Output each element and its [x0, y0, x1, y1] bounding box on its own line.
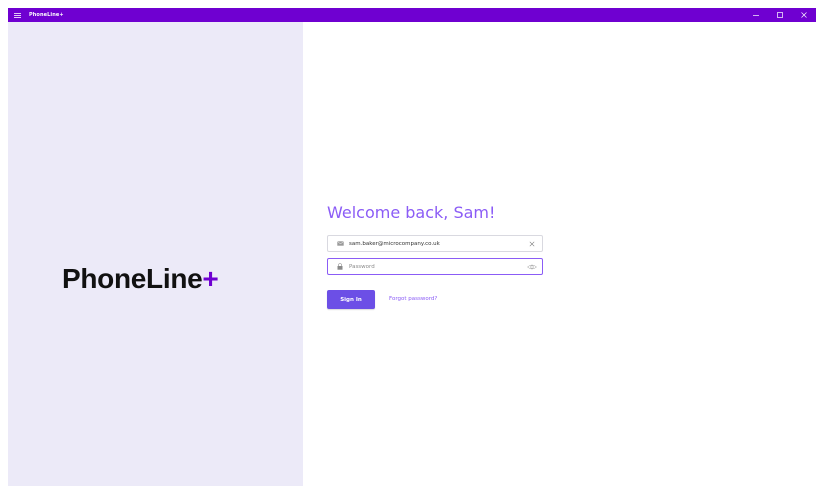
minimize-icon[interactable]	[744, 8, 768, 22]
login-panel: Welcome back, Sam! sam.baker@microcompan…	[303, 22, 816, 486]
sign-in-button[interactable]: Sign In	[327, 290, 375, 309]
hamburger-icon[interactable]	[8, 8, 26, 22]
title-bar: PhoneLine+	[8, 8, 816, 22]
brand-logo-plus: +	[202, 263, 219, 294]
email-input[interactable]	[349, 236, 523, 251]
mail-icon	[331, 236, 349, 251]
brand-logo: PhoneLine+	[62, 263, 219, 294]
window-title: PhoneLine+	[29, 12, 64, 18]
brand-logo-text: PhoneLine	[62, 263, 203, 294]
password-field[interactable]	[327, 258, 543, 275]
forgot-password-link[interactable]: Forgot password?	[389, 296, 437, 302]
welcome-heading: Welcome back, Sam!	[327, 203, 496, 222]
lock-icon	[331, 259, 349, 274]
password-input[interactable]	[349, 259, 523, 274]
close-icon[interactable]	[792, 8, 816, 22]
brand-panel: PhoneLine+	[8, 22, 303, 486]
window-controls	[744, 8, 816, 22]
clear-icon[interactable]	[523, 236, 541, 251]
app-window: PhoneLine+ PhoneLine+ Welcome back, Sam!…	[0, 0, 816, 486]
eye-icon[interactable]	[523, 259, 541, 274]
email-field[interactable]	[327, 235, 543, 252]
maximize-icon[interactable]	[768, 8, 792, 22]
